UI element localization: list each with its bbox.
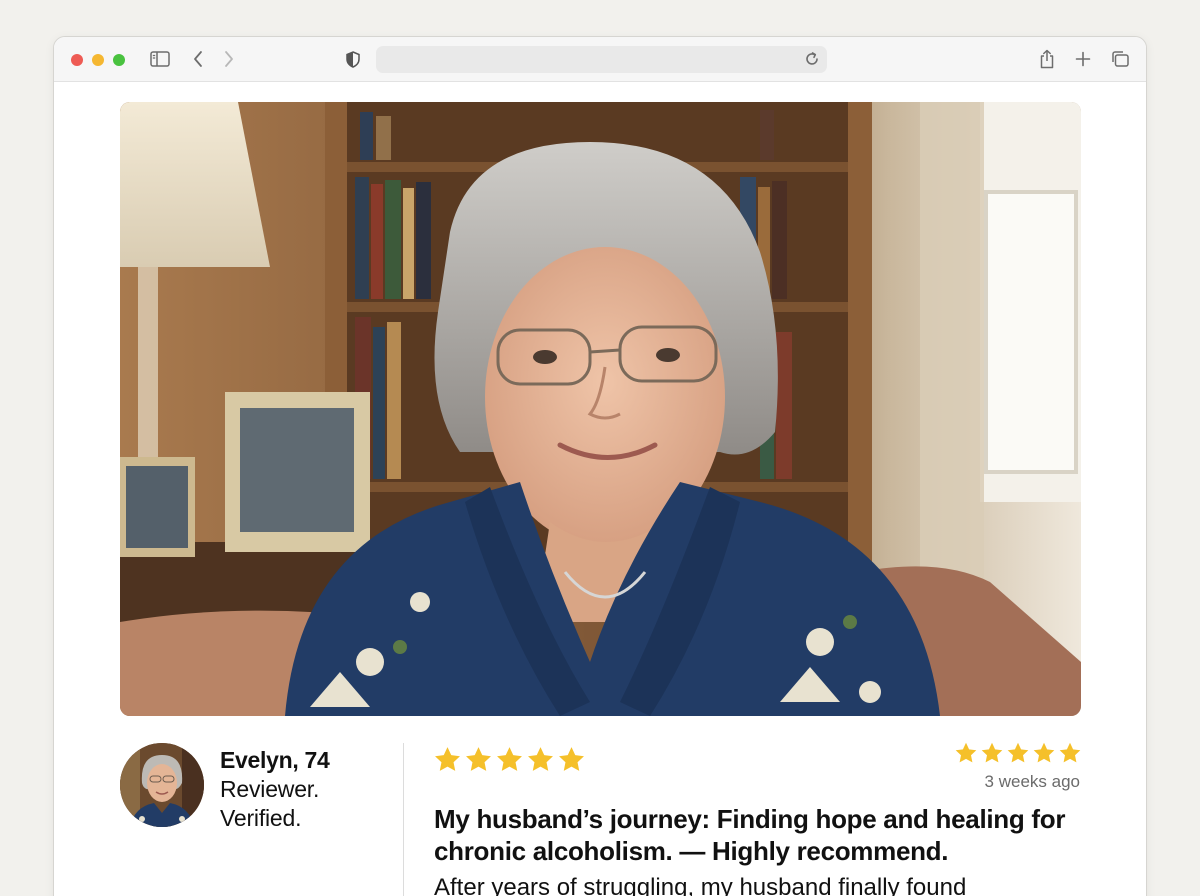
sidebar-icon[interactable] [149,48,171,70]
chevron-left-icon[interactable] [187,48,209,70]
tabs-overview-icon[interactable] [1109,48,1131,70]
star-icon [1059,742,1081,763]
star-icon [559,747,584,771]
reviewer-role: Reviewer. [220,776,320,802]
star-icon [1007,742,1029,763]
review-date: 3 weeks ago [984,772,1080,791]
address-bar[interactable] [376,46,827,73]
share-icon[interactable] [1036,48,1058,70]
star-icon [497,747,522,771]
rating-stars [433,745,586,774]
close-window-button[interactable] [71,54,83,66]
reload-icon[interactable] [803,50,821,68]
star-icon [466,747,491,771]
browser-window: Evelyn, 74 Reviewer. Verified. 3 weeks a… [53,36,1147,896]
shield-icon[interactable] [342,48,364,70]
star-icon [1033,742,1055,763]
star-icon [955,742,977,763]
zoom-window-button[interactable] [113,54,125,66]
avatar[interactable] [120,743,204,827]
divider [403,743,404,896]
reviewer-name: Evelyn, 74 [220,747,330,773]
rating-stars-secondary [954,741,1082,765]
star-icon [528,747,553,771]
page-content: Evelyn, 74 Reviewer. Verified. 3 weeks a… [54,83,1146,896]
hero-photo [120,102,1081,716]
star-icon [435,747,460,771]
chevron-right-icon[interactable] [218,48,240,70]
browser-toolbar [54,37,1146,82]
star-icon [981,742,1003,763]
review-title: My husband’s journey: Finding hope and h… [434,804,1066,866]
reviewer-card: Evelyn, 74 Reviewer. Verified. [120,743,410,843]
verified-badge: Verified. [220,805,302,831]
plus-icon[interactable] [1072,48,1094,70]
minimize-window-button[interactable] [92,54,104,66]
review-body: After years of struggling, my husband fi… [434,874,967,896]
